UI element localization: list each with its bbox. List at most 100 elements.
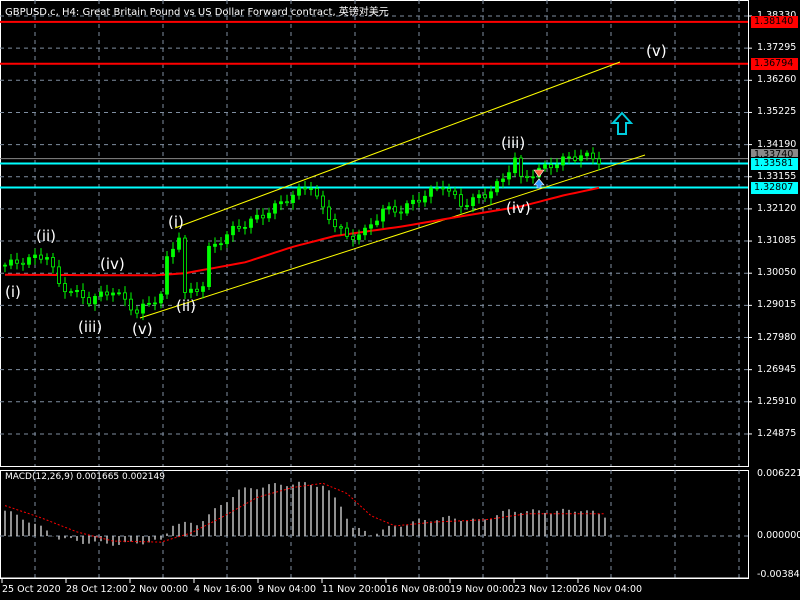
candle-bullish <box>201 286 205 292</box>
candle-bullish <box>177 237 181 250</box>
candle-bearish <box>417 199 421 203</box>
sell-arrow-icon <box>533 169 545 178</box>
price-tick-label: 1.29015 <box>757 299 797 311</box>
time-tick-label: 2 Nov 00:00 <box>130 584 189 595</box>
time-tick-label: 11 Nov 20:00 <box>322 584 387 595</box>
wave-label-iii: (iii) <box>501 134 526 152</box>
candle-bearish <box>459 194 463 207</box>
candle-bullish <box>267 212 271 219</box>
candle-bearish <box>597 158 601 165</box>
candle-bullish <box>369 224 373 229</box>
candle-bearish <box>285 201 289 204</box>
macd-panel-frame <box>0 470 749 579</box>
candle-bearish <box>123 292 127 300</box>
candle-bullish <box>159 293 163 304</box>
candle-bullish <box>561 156 565 166</box>
candle-bullish <box>501 178 505 182</box>
candle-bearish <box>195 288 199 292</box>
candle-bearish <box>393 206 397 213</box>
wave-label-iv: (iv) <box>506 199 531 217</box>
candle-bullish <box>99 291 103 297</box>
candle-bearish <box>453 190 457 196</box>
candle-bullish <box>33 254 37 259</box>
candle-bullish <box>189 288 193 293</box>
candle-bullish <box>381 208 385 222</box>
candle-bullish <box>45 257 49 260</box>
candle-bearish <box>525 175 529 179</box>
candle-bullish <box>375 220 379 226</box>
price-tick-label: 1.35225 <box>757 106 797 118</box>
candle-bullish <box>75 290 79 293</box>
candle-bearish <box>321 195 325 208</box>
candle-bullish <box>165 256 169 295</box>
candle-bearish <box>135 309 139 314</box>
candle-bearish <box>39 254 43 260</box>
candle-bullish <box>111 292 115 296</box>
candle-bearish <box>483 194 487 199</box>
chart-title: GBPUSD.c, H4: Great Britain Pound vs US … <box>5 7 389 18</box>
price-tick-label: 1.33155 <box>757 170 797 182</box>
candle-bullish <box>465 205 469 208</box>
wave-label-i: (i) <box>168 213 184 231</box>
candle-bullish <box>567 156 571 159</box>
candle-bearish <box>303 187 307 190</box>
candle-bullish <box>423 195 427 203</box>
up-arrow-icon <box>610 111 634 135</box>
price-tick-label: 1.30050 <box>757 267 797 279</box>
channel-lower-line <box>139 154 646 319</box>
candle-bullish <box>507 172 511 180</box>
price-tick-label: 1.31085 <box>757 235 797 247</box>
price-tick-label: 1.26945 <box>757 363 797 375</box>
candle-bullish <box>147 302 151 305</box>
wave-label-v: (v) <box>646 42 667 60</box>
candle-bullish <box>585 152 589 157</box>
price-chart[interactable] <box>0 0 800 600</box>
wave-label-i-minor: (i) <box>5 283 21 301</box>
candle-bullish <box>291 194 295 204</box>
candle-bearish <box>183 237 187 293</box>
candle-bearish <box>15 259 19 264</box>
candle-bullish <box>9 259 13 266</box>
candle-bearish <box>69 291 73 294</box>
candle-bearish <box>63 283 67 293</box>
candle-bullish <box>141 303 145 314</box>
candle-bullish <box>27 257 31 265</box>
wave-label-v-minor: (v) <box>132 320 153 338</box>
candle-bearish <box>345 227 349 237</box>
candle-bullish <box>495 181 499 193</box>
candle-bearish <box>333 219 337 228</box>
candle-bearish <box>315 188 319 197</box>
candle-bearish <box>351 235 355 240</box>
price-tick-label: 1.25910 <box>757 395 797 407</box>
candle-bullish <box>255 214 259 220</box>
macd-tick-label: -0.003849 <box>757 569 800 580</box>
candle-bullish <box>231 225 235 236</box>
candle-bullish <box>435 187 439 190</box>
time-tick-label: 9 Nov 04:00 <box>258 584 317 595</box>
level-price-tag: 1.33581 <box>751 157 798 170</box>
price-tick-label: 1.32120 <box>757 202 797 214</box>
macd-tick-label: 0.006221 <box>757 468 800 479</box>
candle-bearish <box>261 214 265 219</box>
wave-label-iii-minor: (iii) <box>78 318 103 336</box>
candle-bullish <box>357 234 361 240</box>
candle-bullish <box>117 292 121 295</box>
candle-bullish <box>279 201 283 205</box>
candle-bullish <box>405 203 409 214</box>
candle-bullish <box>273 203 277 214</box>
candle-bearish <box>573 156 577 161</box>
candle-bearish <box>447 188 451 192</box>
candle-bearish <box>339 226 343 229</box>
candle-bullish <box>3 264 7 267</box>
wave-label-ii-minor: (ii) <box>36 227 57 245</box>
level-price-tag: 1.38140 <box>751 15 798 28</box>
candle-bullish <box>213 243 217 247</box>
time-tick-label: 28 Oct 12:00 <box>66 584 128 595</box>
candle-bearish <box>105 291 109 296</box>
candle-bearish <box>51 257 55 268</box>
level-price-tag: 1.36794 <box>751 57 798 70</box>
candle-bearish <box>399 211 403 214</box>
candle-bearish <box>237 225 241 229</box>
price-panel-frame <box>0 0 749 467</box>
time-tick-label: 25 Oct 2020 <box>2 584 61 595</box>
